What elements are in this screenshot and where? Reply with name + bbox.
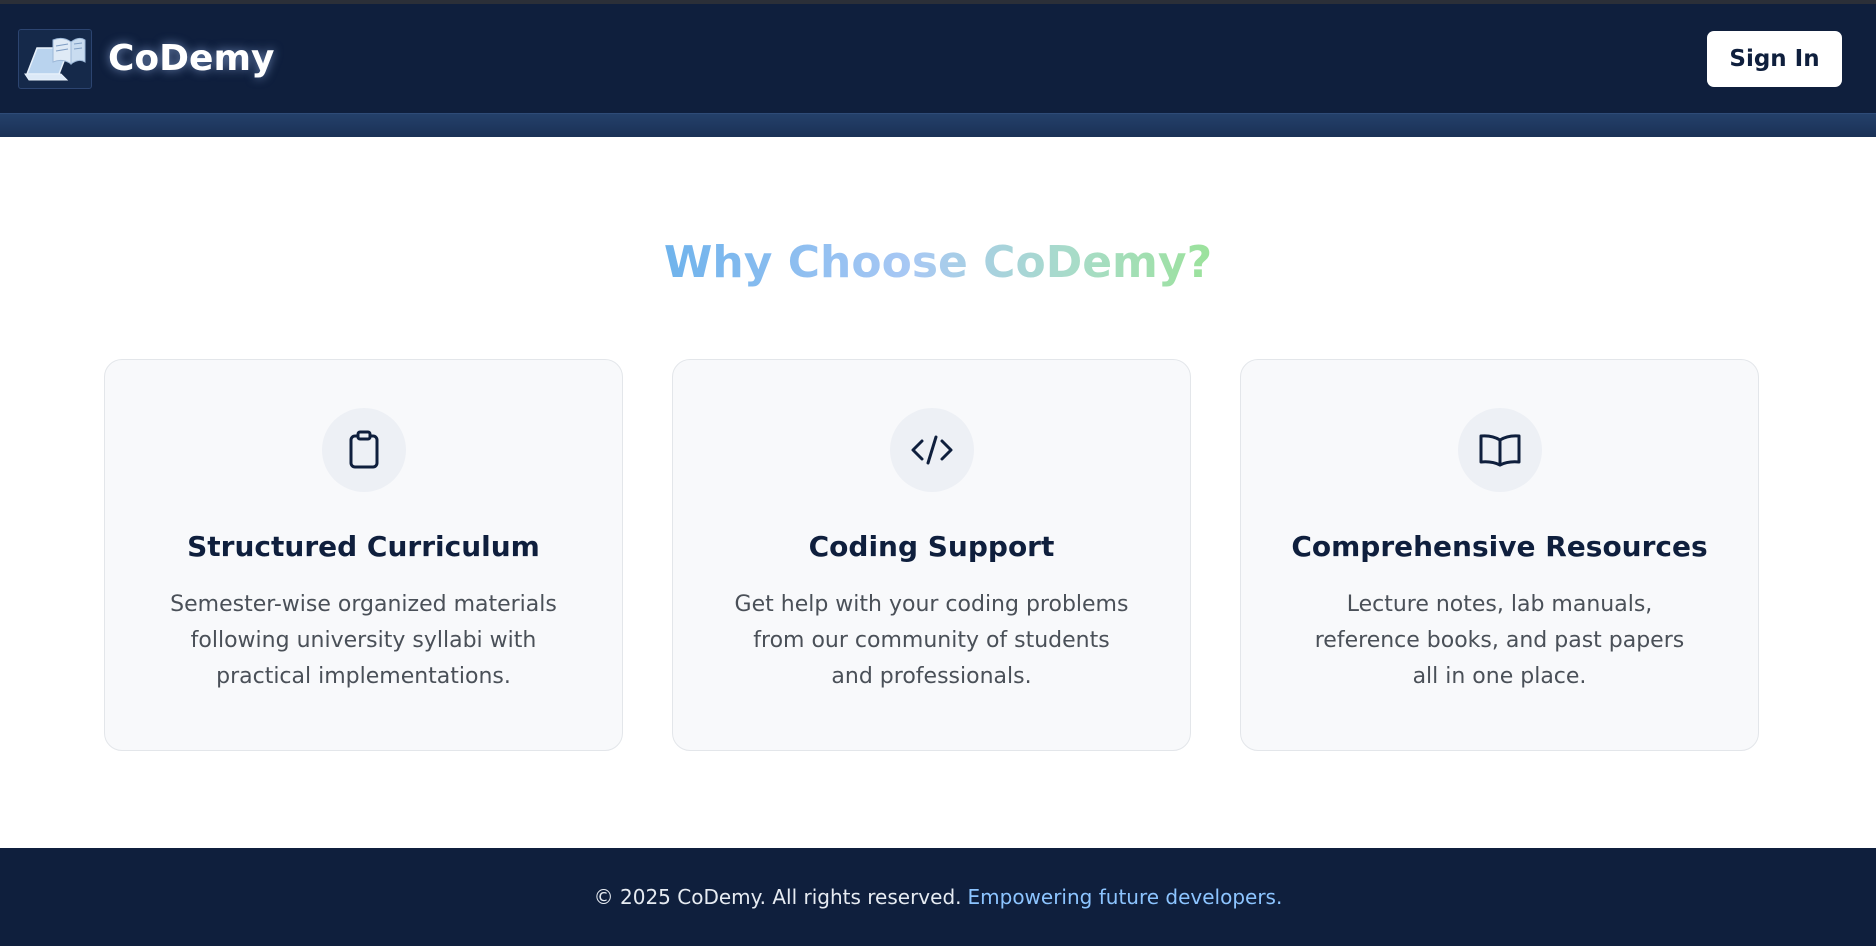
feature-cards: Structured Curriculum Semester-wise orga…	[104, 359, 1759, 751]
features-section: Why Choose CoDemy? Structured Curriculum…	[0, 137, 1876, 848]
feature-title: Structured Curriculum	[187, 530, 540, 563]
feature-description: Get help with your coding problems from …	[734, 592, 1129, 689]
feature-title: Comprehensive Resources	[1291, 530, 1708, 563]
footer-copyright: © 2025 CoDemy. All rights reserved.	[593, 885, 962, 909]
laptop-book-icon	[18, 28, 92, 89]
feature-title: Coding Support	[808, 530, 1055, 563]
section-title: Why Choose CoDemy?	[0, 237, 1876, 288]
feature-description: Semester-wise organized materials follow…	[170, 592, 557, 689]
clipboard-icon	[321, 408, 406, 492]
footer: © 2025 CoDemy. All rights reserved. Empo…	[0, 848, 1876, 946]
navbar: CoDemy Sign In	[0, 4, 1876, 137]
code-icon	[889, 408, 974, 492]
navbar-main: CoDemy Sign In	[0, 4, 1876, 113]
section-title-text: Why Choose CoDemy?	[663, 237, 1213, 288]
brand[interactable]: CoDemy	[18, 28, 275, 89]
feature-card-comprehensive-resources: Comprehensive Resources Lecture notes, l…	[1240, 359, 1759, 751]
navbar-stripe	[0, 113, 1876, 137]
brand-name: CoDemy	[108, 38, 275, 79]
feature-card-coding-support: Coding Support Get help with your coding…	[672, 359, 1191, 751]
feature-card-structured-curriculum: Structured Curriculum Semester-wise orga…	[104, 359, 623, 751]
feature-description: Lecture notes, lab manuals, reference bo…	[1314, 592, 1685, 689]
book-open-icon	[1457, 408, 1542, 492]
footer-tagline: Empowering future developers.	[967, 885, 1283, 909]
sign-in-button[interactable]: Sign In	[1707, 30, 1842, 87]
